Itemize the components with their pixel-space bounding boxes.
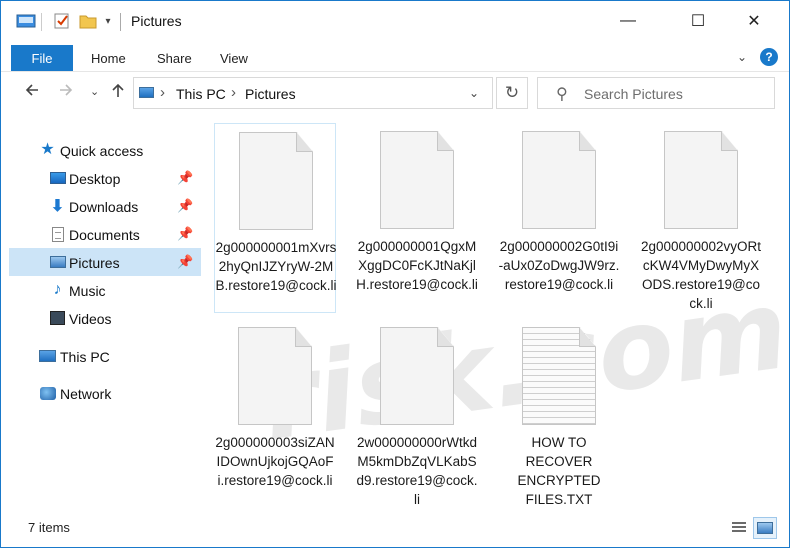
file-item[interactable]: 2w000000000rWtkdM5kmDbZqVLKabSd9.restore…	[356, 319, 478, 509]
address-bar[interactable]: › This PC › Pictures ⌄	[133, 77, 493, 109]
nav-item-documents[interactable]: Documents 📌	[9, 220, 201, 248]
nav-label: This PC	[60, 349, 110, 365]
video-icon	[49, 310, 66, 326]
file-item[interactable]: 2g000000002vyORtcKW4VMyDwyMyXODS.restore…	[640, 123, 762, 313]
nav-item-desktop[interactable]: Desktop 📌	[9, 164, 201, 192]
pin-icon[interactable]: 📌	[177, 254, 193, 270]
file-name: 2g000000001mXvrs2hyQnIJZYryW-2MB.restore…	[215, 240, 337, 293]
maximize-button[interactable]: ☐	[675, 1, 721, 41]
breadcrumb-pictures[interactable]: Pictures	[245, 86, 296, 102]
details-view-button[interactable]	[727, 517, 751, 539]
file-name: 2w000000000rWtkdM5kmDbZqVLKabSd9.restore…	[356, 435, 478, 507]
properties-icon[interactable]	[51, 11, 73, 31]
search-box[interactable]: ⚲	[537, 77, 775, 109]
breadcrumb-this-pc[interactable]: This PC	[176, 86, 226, 102]
file-item[interactable]: 2g000000001mXvrs2hyQnIJZYryW-2MB.restore…	[214, 123, 337, 313]
pin-icon[interactable]: 📌	[177, 198, 193, 214]
this-pc-icon	[139, 87, 154, 98]
file-item[interactable]: 2g000000002G0tI9i-aUx0ZoDwgJW9rz.restore…	[498, 123, 620, 313]
refresh-icon: ↻	[504, 83, 520, 102]
file-name: 2g000000002G0tI9i-aUx0ZoDwgJW9rz.restore…	[498, 239, 620, 292]
minimize-button[interactable]: —	[605, 1, 651, 41]
item-count: 7 items	[28, 520, 70, 535]
text-file-icon	[522, 327, 596, 425]
nav-network[interactable]: Network	[9, 379, 201, 407]
nav-label: Music	[69, 283, 106, 299]
file-name: 2g000000001QgxMXggDC0FcKJtNaKjlH.restore…	[356, 239, 478, 292]
close-button[interactable]: ✕	[731, 1, 777, 41]
tab-home[interactable]: Home	[91, 51, 126, 66]
explorer-window: ▾ Pictures — ☐ ✕ File Home Share View ⌄ …	[0, 0, 790, 548]
divider	[41, 13, 42, 31]
file-item[interactable]: HOW TO RECOVER ENCRYPTED FILES.TXT	[498, 319, 620, 509]
file-icon	[522, 131, 596, 229]
recent-locations-chevron-icon[interactable]: ⌄	[90, 85, 99, 98]
new-folder-icon[interactable]	[77, 11, 99, 31]
nav-label: Pictures	[69, 255, 120, 271]
tab-file[interactable]: File	[11, 45, 73, 71]
search-input[interactable]	[582, 83, 766, 105]
nav-item-pictures[interactable]: Pictures 📌	[9, 248, 201, 276]
nav-label: Desktop	[69, 171, 121, 187]
nav-label: Downloads	[69, 199, 139, 215]
document-icon	[49, 226, 66, 242]
details-view-icon	[732, 522, 746, 534]
desktop-icon	[49, 170, 66, 186]
file-name: 2g000000002vyORtcKW4VMyDwyMyXODS.restore…	[640, 239, 762, 311]
star-icon: ★	[40, 141, 55, 158]
tab-share[interactable]: Share	[157, 51, 192, 66]
this-pc-icon	[39, 348, 56, 364]
search-icon: ⚲	[556, 86, 568, 103]
file-name: 2g000000003siZANIDOwnUjkojGQAoFi.restore…	[215, 435, 335, 488]
up-arrow-icon[interactable]	[111, 83, 125, 103]
nav-item-downloads[interactable]: ⬇ Downloads 📌	[9, 192, 201, 220]
file-icon	[238, 327, 312, 425]
window-title: Pictures	[131, 13, 182, 29]
forward-arrow-icon[interactable]	[59, 83, 73, 102]
nav-quick-access[interactable]: ★ Quick access	[9, 136, 201, 164]
download-arrow-icon: ⬇	[50, 198, 65, 215]
address-dropdown-icon[interactable]: ⌄	[469, 86, 479, 100]
refresh-button[interactable]: ↻	[496, 77, 528, 109]
music-note-icon: ♪	[53, 281, 62, 298]
file-icon	[664, 131, 738, 229]
network-icon	[39, 385, 56, 401]
file-item[interactable]: 2g000000001QgxMXggDC0FcKJtNaKjlH.restore…	[356, 123, 478, 313]
nav-label: Videos	[69, 311, 112, 327]
large-icons-view-icon	[757, 522, 773, 534]
nav-label: Network	[60, 386, 112, 402]
divider	[120, 13, 121, 31]
pin-icon[interactable]: 📌	[177, 226, 193, 242]
file-item[interactable]: 2g000000003siZANIDOwnUjkojGQAoFi.restore…	[214, 319, 336, 509]
ribbon-tabs: File Home Share View ⌄ ?	[1, 41, 789, 72]
pin-icon[interactable]: 📌	[177, 170, 193, 186]
tab-view[interactable]: View	[220, 51, 248, 66]
navigation-pane: ★ Quick access Desktop 📌 ⬇ Downloads 📌 D…	[1, 126, 206, 511]
file-icon	[380, 131, 454, 229]
file-name: HOW TO RECOVER ENCRYPTED FILES.TXT	[517, 435, 601, 507]
file-icon	[239, 132, 313, 230]
nav-item-videos[interactable]: Videos	[9, 304, 201, 332]
nav-this-pc[interactable]: This PC	[9, 342, 201, 370]
status-bar: 7 items	[1, 513, 789, 547]
title-bar: ▾ Pictures — ☐ ✕	[1, 1, 789, 41]
nav-label: Documents	[69, 227, 140, 243]
window-icon	[15, 11, 37, 31]
pictures-icon	[49, 254, 66, 270]
breadcrumb-chevron-icon[interactable]: ›	[160, 84, 165, 101]
file-icon	[380, 327, 454, 425]
nav-item-music[interactable]: ♪ Music	[9, 276, 201, 304]
back-arrow-icon[interactable]	[25, 83, 39, 102]
nav-label: Quick access	[60, 143, 144, 159]
large-icons-view-button[interactable]	[753, 517, 777, 539]
breadcrumb-chevron-icon[interactable]: ›	[231, 84, 236, 101]
expand-ribbon-chevron-icon[interactable]: ⌄	[737, 50, 747, 64]
help-button[interactable]: ?	[760, 48, 778, 66]
customize-toolbar-chevron-icon[interactable]: ▾	[101, 11, 115, 31]
